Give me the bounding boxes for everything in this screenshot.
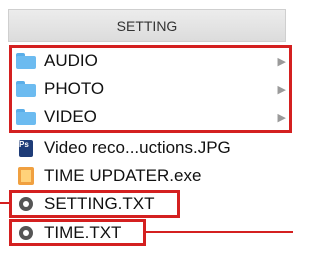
folder-item-video[interactable]: VIDEO ▶ bbox=[16, 104, 286, 130]
file-label: TIME.TXT bbox=[44, 223, 122, 242]
annotation-leader-line bbox=[0, 202, 10, 204]
folder-label: VIDEO bbox=[44, 107, 97, 126]
chevron-right-icon: ▶ bbox=[277, 83, 286, 96]
jpg-file-icon: Ps bbox=[19, 139, 33, 157]
folder-icon bbox=[16, 109, 36, 125]
file-item-setting-txt[interactable]: SETTING.TXT bbox=[16, 191, 155, 217]
folder-item-audio[interactable]: AUDIO ▶ bbox=[16, 48, 286, 74]
folder-header: SETTING bbox=[8, 9, 286, 42]
folder-label: AUDIO bbox=[44, 51, 98, 70]
folder-item-photo[interactable]: PHOTO ▶ bbox=[16, 76, 286, 102]
annotation-leader-line bbox=[145, 231, 293, 233]
txt-file-icon bbox=[19, 197, 33, 211]
chevron-right-icon: ▶ bbox=[277, 111, 286, 124]
folder-icon bbox=[16, 81, 36, 97]
file-label: TIME UPDATER.exe bbox=[44, 166, 202, 185]
folder-icon bbox=[16, 53, 36, 69]
file-item-exe[interactable]: TIME UPDATER.exe bbox=[16, 163, 201, 189]
file-item-time-txt[interactable]: TIME.TXT bbox=[16, 220, 121, 246]
chevron-right-icon: ▶ bbox=[277, 55, 286, 68]
file-label: SETTING.TXT bbox=[44, 194, 155, 213]
txt-file-icon bbox=[19, 226, 33, 240]
file-item-jpg[interactable]: Ps Video reco...uctions.JPG bbox=[16, 135, 231, 161]
folder-title: SETTING bbox=[116, 17, 178, 34]
folder-label: PHOTO bbox=[44, 79, 105, 98]
file-label: Video reco...uctions.JPG bbox=[44, 138, 231, 157]
exe-file-icon bbox=[18, 167, 34, 185]
file-browser-panel: SETTING AUDIO ▶ PHOTO ▶ VIDEO ▶ Ps Video… bbox=[0, 0, 293, 257]
